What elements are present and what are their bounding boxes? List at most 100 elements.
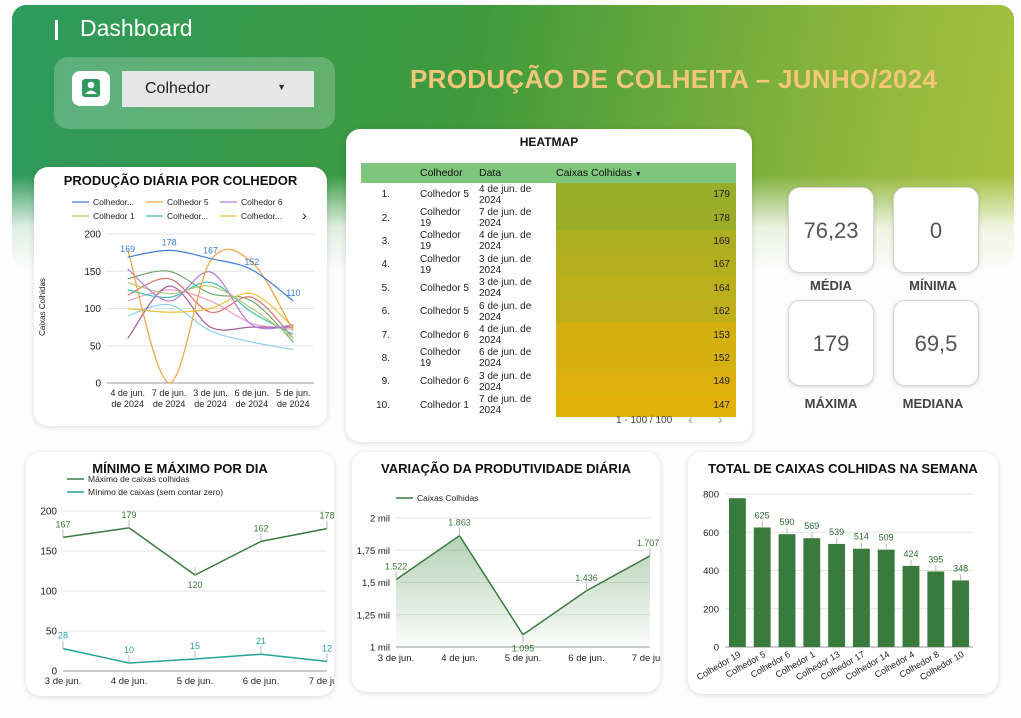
cell-index: 6. <box>381 306 390 318</box>
y-axis-title: Caixas Colhidas <box>38 278 47 336</box>
table-row[interactable]: 2. Colhedor 19 7 de jun. de 2024 178 <box>361 206 736 230</box>
y-tick-label: 200 <box>703 604 719 615</box>
cell-colhedor: Colhedor 5 <box>420 306 469 318</box>
y-tick-label: 50 <box>90 341 102 352</box>
data-label: 1.863 <box>448 518 471 528</box>
legend-label: Colhedor 5 <box>167 197 209 207</box>
legend-label: Colhedor... <box>241 211 282 221</box>
stat-value-maxima: 179 <box>812 331 850 356</box>
cell-data: 6 de jun. de 2024 <box>479 300 532 323</box>
legend-next-icon[interactable]: › <box>302 207 307 223</box>
weekly-total-chart: 0200400600800Colhedor 19625Colhedor 5590… <box>695 490 973 682</box>
column-header-caixas[interactable]: Caixas Colhidas ▼ <box>556 163 736 183</box>
table-row[interactable]: 1. Colhedor 5 4 de jun. de 2024 179 <box>361 183 736 207</box>
data-label: 1.436 <box>575 573 598 583</box>
cell-caixas: 162 <box>556 299 736 324</box>
productivity-variation-chart: 1 mil 1,25 mil 1,5 mil 1,75 mil 2 mil 3 de ju… <box>357 493 660 664</box>
y-tick-label: 800 <box>703 490 719 501</box>
cell-index: 1. <box>381 189 390 201</box>
data-label: 162 <box>253 523 268 533</box>
bar-5 <box>852 548 870 647</box>
cell-index: 10. <box>376 399 390 411</box>
bar-1 <box>753 527 771 647</box>
stat-label-mediana: MEDIANA <box>902 396 964 411</box>
column-header-data[interactable]: Data <box>472 163 556 183</box>
cell-caixas: 164 <box>556 276 736 300</box>
y-tick-label: 1,5 mil <box>362 578 390 589</box>
cell-data: 4 de jun. de 2024 <box>479 230 532 253</box>
index-header <box>361 163 398 183</box>
table-row[interactable]: 7. Colhedor 6 4 de jun. de 2024 153 <box>361 323 736 347</box>
table-row[interactable]: 10. Colhedor 1 7 de jun. de 2024 147 <box>361 393 736 417</box>
data-label: 424 <box>903 549 918 559</box>
y-tick-label: 400 <box>703 566 719 577</box>
cell-index: 2. <box>381 212 390 224</box>
cell-colhedor: Colhedor 19 <box>420 207 461 230</box>
daily-production-chart: 0 50 100 150 200 Caixas Colhidas 4 de jun. de 2… <box>38 197 314 409</box>
data-label: 178 <box>319 511 334 521</box>
table-row[interactable]: 3. Colhedor 19 4 de jun. de 2024 169 <box>361 229 736 254</box>
cell-caixas: 152 <box>556 346 736 371</box>
legend-label: Mínimo de caixas (sem contar zero) <box>88 487 223 497</box>
colhedor-filter-select[interactable]: Colhedor ▼ <box>122 71 314 107</box>
legend-label: Máximo de caixas colhidas <box>88 474 190 484</box>
cell-caixas: 179 <box>556 183 736 207</box>
cell-caixas: 178 <box>556 206 736 230</box>
table-row[interactable]: 6. Colhedor 5 6 de jun. de 2024 162 <box>361 299 736 324</box>
data-label: 169 <box>120 244 135 254</box>
data-label: 625 <box>755 510 770 520</box>
stat-value-mediana: 69,5 <box>914 331 958 356</box>
cell-colhedor: Colhedor 5 <box>420 282 469 294</box>
series-line-1 <box>127 248 294 384</box>
bar-0 <box>728 498 746 647</box>
stat-value-media: 76,23 <box>803 218 859 243</box>
table-row[interactable]: 8. Colhedor 19 6 de jun. de 2024 152 <box>361 346 736 371</box>
prev-page-icon[interactable]: ‹ <box>688 411 693 427</box>
x-tick-label: 5 de jun. <box>505 653 541 664</box>
legend-label: Colhedor 6 <box>241 197 283 207</box>
x-tick-label: 4 de jun. <box>111 676 147 687</box>
y-tick-label: 150 <box>84 267 101 278</box>
y-tick-label: 50 <box>46 627 58 638</box>
data-label: 1.522 <box>385 562 408 572</box>
cell-index: 4. <box>381 259 390 271</box>
y-tick-label: 200 <box>84 230 101 241</box>
x-tick-label: 7 de jun. de 2024 <box>152 388 187 409</box>
column-header-colhedor[interactable]: Colhedor <box>398 163 472 183</box>
x-tick-label: 3 de jun. <box>45 676 81 687</box>
cell-data: 3 de jun. de 2024 <box>479 370 532 393</box>
data-label: 21 <box>256 636 266 646</box>
stat-label-minima: MÍNIMA <box>909 278 957 293</box>
bar-2 <box>778 534 796 647</box>
cell-caixas: 169 <box>556 229 736 254</box>
table-row[interactable]: 5. Colhedor 5 3 de jun. de 2024 164 <box>361 276 736 300</box>
legend-label: Colhedor... <box>93 197 134 207</box>
filter-label: Colhedor <box>145 80 210 97</box>
y-tick-label: 2 mil <box>370 514 390 525</box>
sort-down-icon[interactable]: ▼ <box>635 171 642 178</box>
cell-caixas: 167 <box>556 253 736 277</box>
cell-colhedor: Colhedor 19 <box>420 347 461 370</box>
data-label: 178 <box>162 237 177 247</box>
data-label: 167 <box>203 246 218 256</box>
table-row[interactable]: 4. Colhedor 19 3 de jun. de 2024 167 <box>361 253 736 277</box>
cell-data: 4 de jun. de 2024 <box>479 183 532 206</box>
title-accent-bar <box>55 20 58 40</box>
y-tick-label: 100 <box>84 304 101 315</box>
cell-data: 4 de jun. de 2024 <box>479 324 532 347</box>
data-label: 514 <box>854 532 869 542</box>
x-tick-label: 5 de jun. de 2024 <box>276 388 311 409</box>
cell-colhedor: Colhedor 19 <box>420 230 461 253</box>
cell-caixas: 153 <box>556 323 736 347</box>
min-max-chart: 0501001502003 de jun. 4 de jun. 5 de jun. 6… <box>40 474 334 687</box>
data-label: 590 <box>779 517 794 527</box>
data-label: 539 <box>829 527 844 537</box>
next-page-icon[interactable]: › <box>718 411 723 427</box>
cell-data: 3 de jun. de 2024 <box>479 253 532 276</box>
x-tick-label: 6 de jun. <box>568 653 604 664</box>
stat-card-mediana: 69,5 <box>893 300 979 386</box>
table-row[interactable]: 9. Colhedor 6 3 de jun. de 2024 149 <box>361 370 736 394</box>
legend-label: Colhedor 1 <box>93 211 135 221</box>
bar-7 <box>902 565 920 647</box>
cell-caixas: 149 <box>556 370 736 394</box>
